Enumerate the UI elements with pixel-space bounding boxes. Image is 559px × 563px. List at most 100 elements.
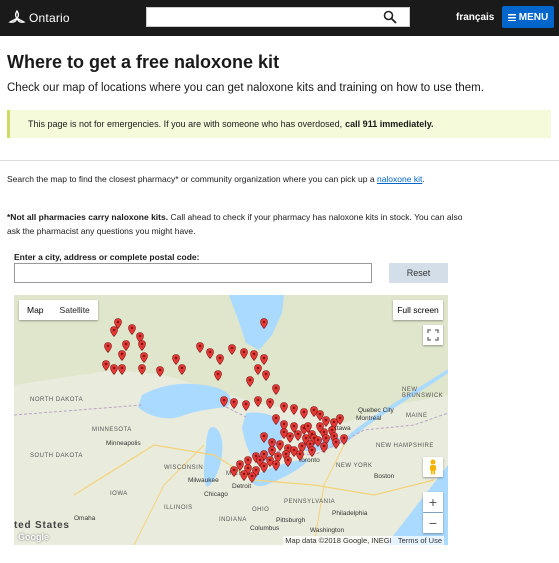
location-pin-icon[interactable] — [110, 326, 118, 337]
map-label-new-brunswick: NEW BRUNSWICK — [402, 387, 444, 399]
location-pin-icon[interactable] — [300, 408, 308, 419]
naloxone-kit-link[interactable]: naloxone kit — [377, 174, 422, 184]
zoom-in-button[interactable]: + — [423, 492, 443, 512]
terms-of-use-link[interactable]: Terms of Use — [398, 536, 442, 545]
map-label-pennsylvania: PENNSYLVANIA — [284, 499, 336, 505]
location-pin-icon[interactable] — [316, 422, 324, 433]
map-base-layer — [14, 295, 448, 545]
map-label-new-hampshire: NEW HAMPSHIRE — [376, 443, 434, 449]
pegman-icon[interactable] — [423, 457, 443, 477]
section-divider — [0, 160, 559, 161]
location-pin-icon[interactable] — [284, 456, 292, 467]
map-label-montreal: Montréal — [356, 415, 382, 422]
emergency-alert: This page is not for emergencies. If you… — [7, 110, 551, 138]
map-label-ohio: OHIO — [252, 507, 270, 513]
location-pin-icon[interactable] — [248, 472, 256, 483]
map-label-quebec-city: Quebec City — [358, 407, 394, 414]
location-pin-icon[interactable] — [266, 398, 274, 409]
page-subtitle: Check our map of locations where you can… — [7, 82, 484, 94]
location-pin-icon[interactable] — [178, 364, 186, 375]
location-pin-icon[interactable] — [110, 364, 118, 375]
location-pin-icon[interactable] — [196, 342, 204, 353]
location-pin-icon[interactable] — [206, 348, 214, 359]
map-attribution: Map data ©2018 Google, INEGI Terms of Us… — [283, 536, 444, 545]
location-pin-icon[interactable] — [290, 422, 298, 433]
location-pin-icon[interactable] — [340, 434, 348, 445]
alert-emphasis: call 911 immediately. — [345, 119, 434, 129]
location-pin-icon[interactable] — [138, 340, 146, 351]
location-pin-icon[interactable] — [216, 354, 224, 365]
location-pin-icon[interactable] — [156, 366, 164, 377]
location-pin-icon[interactable] — [240, 348, 248, 359]
location-pin-icon[interactable] — [260, 432, 268, 443]
site-search-input[interactable] — [146, 7, 410, 27]
location-search-input[interactable] — [14, 263, 372, 283]
map-label-maine: MAINE — [406, 413, 428, 419]
zoom-out-button[interactable]: − — [423, 513, 443, 533]
map-label-columbus: Columbus — [250, 525, 280, 532]
expand-icon[interactable] — [423, 325, 443, 345]
top-navigation-bar: Ontario français MENU — [0, 0, 559, 36]
reset-button[interactable]: Reset — [389, 263, 448, 283]
location-pin-icon[interactable] — [128, 324, 136, 335]
language-toggle-link[interactable]: français — [456, 12, 494, 23]
map-type-map-button[interactable]: Map — [19, 300, 52, 320]
location-pin-icon[interactable] — [254, 396, 262, 407]
location-pin-icon[interactable] — [104, 342, 112, 353]
location-pin-icon[interactable] — [240, 470, 248, 481]
map-label-illinois: ILLINOIS — [164, 505, 193, 511]
location-pin-icon[interactable] — [220, 396, 228, 407]
ontario-logo[interactable]: Ontario — [8, 8, 70, 28]
map-label-boston: Boston — [374, 473, 395, 480]
location-pin-icon[interactable] — [118, 350, 126, 361]
location-pin-icon[interactable] — [118, 364, 126, 375]
location-pin-icon[interactable] — [280, 402, 288, 413]
location-pin-icon[interactable] — [230, 466, 238, 477]
map-label-philadelphia: Philadelphia — [332, 510, 368, 517]
location-pin-icon[interactable] — [102, 360, 110, 371]
menu-button[interactable]: MENU — [502, 6, 554, 28]
location-pin-icon[interactable] — [260, 462, 268, 473]
location-pin-icon[interactable] — [260, 318, 268, 329]
map-label-north-dakota: NORTH DAKOTA — [30, 397, 84, 403]
intro-paragraph: Search the map to find the closest pharm… — [7, 172, 447, 186]
alert-text: This page is not for emergencies. If you… — [28, 119, 343, 129]
map-label-omaha: Omaha — [74, 515, 96, 522]
location-pin-icon[interactable] — [304, 422, 312, 433]
map-label-minneapolis: Minneapolis — [106, 440, 141, 447]
intro-period: . — [422, 174, 425, 184]
location-pin-icon[interactable] — [230, 398, 238, 409]
location-pin-icon[interactable] — [296, 450, 304, 461]
search-icon[interactable] — [383, 10, 397, 24]
logo-text: Ontario — [29, 11, 70, 25]
trillium-icon — [8, 9, 26, 23]
map-type-satellite-button[interactable]: Satellite — [52, 300, 98, 320]
map-label-washington: Washington — [310, 527, 345, 534]
location-pin-icon[interactable] — [272, 384, 280, 395]
location-pin-icon[interactable] — [336, 414, 344, 425]
location-pin-icon[interactable] — [228, 344, 236, 355]
location-pin-icon[interactable] — [320, 442, 328, 453]
location-pin-icon[interactable] — [140, 352, 148, 363]
fullscreen-button[interactable]: Full screen — [393, 300, 443, 320]
location-pin-icon[interactable] — [262, 370, 270, 381]
menu-label: MENU — [518, 11, 549, 23]
pharmacy-note-bold: *Not all pharmacies carry naloxone kits. — [7, 212, 169, 222]
map-label-minnesota: MINNESOTA — [92, 427, 132, 433]
google-logo: Google — [18, 532, 49, 542]
location-pin-icon[interactable] — [214, 370, 222, 381]
location-pin-icon[interactable] — [138, 364, 146, 375]
location-pin-icon[interactable] — [254, 364, 262, 375]
location-pin-icon[interactable] — [272, 414, 280, 425]
location-pin-icon[interactable] — [250, 350, 258, 361]
location-pin-icon[interactable] — [332, 438, 340, 449]
location-pin-icon[interactable] — [308, 446, 316, 457]
hamburger-icon — [507, 13, 516, 21]
naloxone-location-map[interactable]: NORTH DAKOTA SOUTH DAKOTA MINNESOTA WISC… — [14, 295, 448, 545]
location-pin-icon[interactable] — [290, 404, 298, 415]
location-pin-icon[interactable] — [272, 460, 280, 471]
location-pin-icon[interactable] — [242, 400, 250, 411]
location-pin-icon[interactable] — [246, 376, 254, 387]
map-type-control: Map Satellite — [19, 300, 98, 320]
location-pin-icon[interactable] — [280, 428, 288, 439]
